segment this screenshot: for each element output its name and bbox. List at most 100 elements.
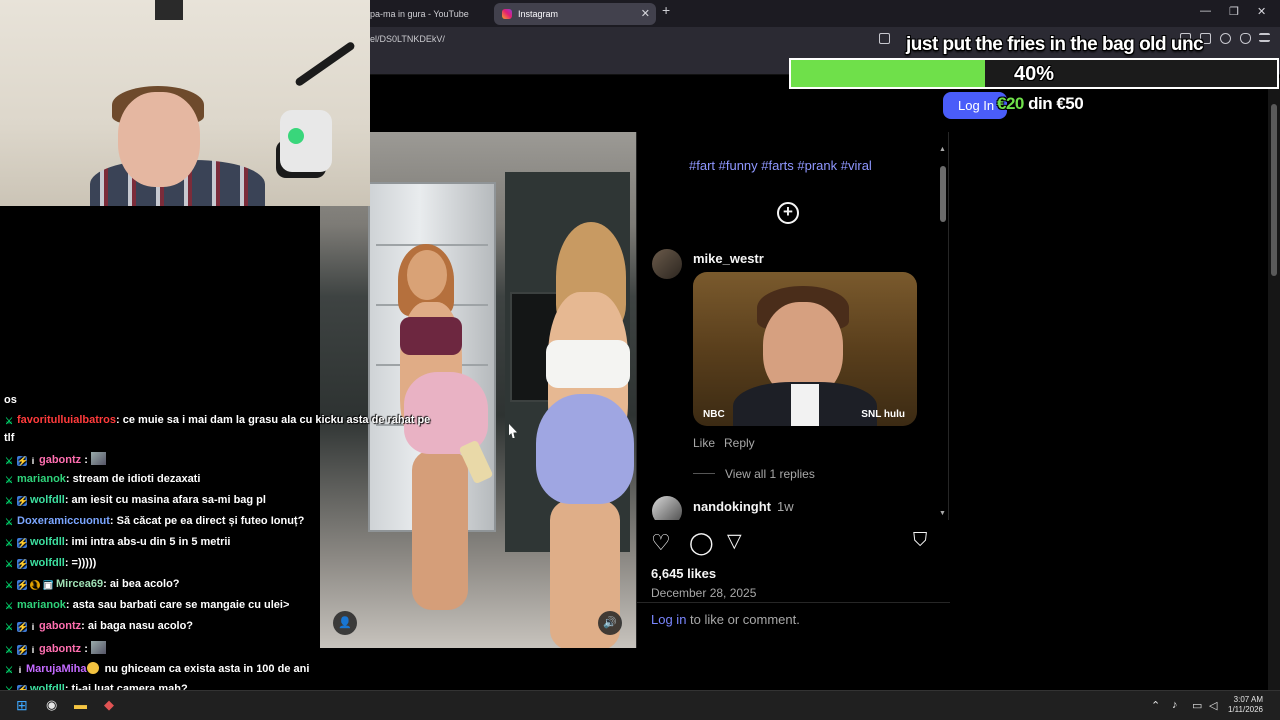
folder-icon[interactable]: ▬ <box>74 697 87 712</box>
vip-badge-icon: ⚡ <box>17 645 29 655</box>
tab-label: pa-ma in gura - YouTube <box>370 9 469 19</box>
chat-username[interactable]: wolfdll <box>30 536 65 548</box>
microphone-image <box>280 110 332 172</box>
comments-scrollbar[interactable]: ▲ ▼ <box>937 146 949 520</box>
webcam-overlay <box>0 0 370 206</box>
post-date: December 28, 2025 <box>651 586 757 600</box>
chat-emote-icon <box>90 641 106 654</box>
reply-button[interactable]: Reply <box>724 436 755 450</box>
windows-start-icon[interactable]: ⊞ <box>16 697 28 714</box>
login-link[interactable]: Log in <box>651 612 686 627</box>
chat-message: ⚔ i MarujaMiha nu ghiceam ca exista asta i… <box>4 662 309 675</box>
mod-badge-icon: ⚔ <box>4 601 14 611</box>
screen-icon[interactable] <box>879 33 890 44</box>
chat-text: : imi intra abs-u din 5 in 5 metrii <box>64 536 231 548</box>
chat-text: nu ghiceam ca exista asta in 100 de ani <box>101 663 310 675</box>
chat-username[interactable]: Mircea69 <box>56 578 103 590</box>
snl-hulu-logo: SNL hulu <box>861 409 905 420</box>
page-scrollbar[interactable] <box>1268 78 1280 690</box>
mod-badge-icon: ⚔ <box>4 559 14 569</box>
chat-username[interactable]: MarujaMiha <box>26 663 87 675</box>
comment-icon[interactable]: ◯ <box>689 530 714 556</box>
close-tab-icon[interactable]: ✕ <box>641 3 650 25</box>
chat-message: ⚔ marianok: asta sau barbati care se mang… <box>4 599 289 611</box>
volume-tray-icon[interactable]: ◁ <box>1209 699 1217 712</box>
gold-badge-icon: 1 <box>30 580 40 590</box>
system-clock[interactable]: 3:07 AM 1/11/2026 <box>1228 695 1263 715</box>
scrollbar-thumb[interactable] <box>940 166 946 222</box>
like-comment-button[interactable]: Like <box>693 436 715 450</box>
microphone-icon[interactable]: ♪ <box>1172 699 1178 711</box>
chat-username[interactable]: wolfdll <box>30 494 65 506</box>
app-icon[interactable]: ◆ <box>104 697 114 713</box>
chat-username[interactable]: wolfdll <box>30 557 65 569</box>
chat-message: tlf <box>4 432 14 444</box>
chat-username[interactable]: Doxeramiccuonut <box>17 515 110 527</box>
vip-badge-icon: ⚡ <box>17 538 29 548</box>
comment-username[interactable]: nandokinght 1w <box>693 499 794 514</box>
chat-username[interactable]: favoritulluialbatros <box>17 414 116 426</box>
chat-text: tlf <box>4 432 15 444</box>
mod-badge-icon: ⚔ <box>4 517 14 527</box>
mod-badge-icon: ⚔ <box>4 538 14 548</box>
chat-text: : am iesit cu masina afara sa-mi bag pl <box>64 494 266 506</box>
scroll-up-icon[interactable]: ▲ <box>939 146 946 153</box>
chat-message: ⚔ ⚡ wolfdll: am iesit cu masina afara sa-m… <box>4 494 266 506</box>
shield-icon[interactable] <box>1240 33 1251 44</box>
menu-icon[interactable] <box>1259 33 1270 42</box>
chat-message: ⚔ ⚡ i gabontz : <box>4 641 106 655</box>
mod-badge-icon: ⚔ <box>4 416 14 426</box>
post-actions: ♡ ◯ ▽ ⛉ 6,645 likes December 28, 2025 Lo… <box>637 520 950 648</box>
chat-message: ⚔ ⚡ wolfdll: =))))) <box>4 557 96 569</box>
view-replies-button[interactable]: View all 1 replies <box>725 467 815 481</box>
add-circle-icon[interactable]: + <box>777 202 799 224</box>
mod-badge-icon: ⚔ <box>4 622 14 632</box>
volume-icon[interactable]: 🔊 <box>598 611 622 635</box>
chat-text: : ai baga nasu acolo? <box>81 620 194 632</box>
mod-badge-icon: ⚔ <box>4 645 14 655</box>
minimize-button[interactable]: — <box>1200 5 1211 17</box>
chat-text: : <box>81 643 88 655</box>
comment-username[interactable]: mike_westr <box>693 251 764 266</box>
chat-text: : ai bea acolo? <box>103 578 180 590</box>
info-badge-icon: i <box>31 622 35 632</box>
streamer-face <box>118 92 200 187</box>
donation-goal-bar: 40% <box>789 58 1279 89</box>
instagram-favicon-icon <box>502 9 512 19</box>
restore-button[interactable]: ❐ <box>1229 5 1239 18</box>
new-tab-button[interactable]: + <box>662 2 670 18</box>
mod-badge-icon: ⚔ <box>4 665 14 675</box>
tab-youtube[interactable]: pa-ma in gura - YouTube <box>362 3 490 25</box>
chat-username[interactable]: marianok <box>17 599 66 611</box>
comments-panel: #fart #funny #farts #prank #viral + mike… <box>636 132 950 648</box>
bookmark-icon[interactable]: ⛉ <box>913 530 927 552</box>
info-badge-icon: i <box>18 665 22 675</box>
scrollbar-thumb[interactable] <box>1271 104 1277 276</box>
address-bar[interactable]: el/DS0LTNKDEkV/ <box>370 34 445 44</box>
login-prompt: Log in to like or comment. <box>651 612 800 627</box>
tab-instagram[interactable]: Instagram ✕ <box>494 3 656 25</box>
vip-badge-icon: ⚡ <box>17 559 29 569</box>
chat-username[interactable]: gabontz <box>39 454 81 466</box>
extensions-icon[interactable] <box>1220 33 1231 44</box>
chat-text: : Să căcat pe ea direct și futeo Ionuț? <box>109 515 305 527</box>
heart-icon[interactable]: ♡ <box>651 530 671 556</box>
network-icon[interactable]: ▭ <box>1192 699 1202 712</box>
share-icon[interactable]: ▽ <box>727 530 742 553</box>
chat-message: ⚔ ⚡ i gabontz : <box>4 452 106 466</box>
chat-username[interactable]: gabontz <box>39 643 81 655</box>
vip-badge-icon: ⚡ <box>17 580 29 590</box>
nbc-logo: NBC <box>703 409 725 420</box>
chat-username[interactable]: gabontz <box>39 620 81 632</box>
scroll-down-icon[interactable]: ▼ <box>939 510 946 517</box>
likes-count[interactable]: 6,645 likes <box>651 566 716 581</box>
goal-title: just put the fries in the bag old unc <box>906 34 1204 55</box>
post-caption-hashtags[interactable]: #fart #funny #farts #prank #viral <box>689 158 872 173</box>
avatar[interactable] <box>652 249 682 279</box>
chrome-icon[interactable]: ◉ <box>46 697 57 713</box>
chat-username[interactable]: marianok <box>17 473 66 485</box>
close-window-button[interactable]: ✕ <box>1257 5 1266 18</box>
windows-taskbar: ⊞ ◉ ▬ ◆ ⌃ ♪ ▭ ◁ 3:07 AM 1/11/2026 <box>0 690 1280 720</box>
info-badge-icon: i <box>31 456 35 466</box>
chevron-up-icon[interactable]: ⌃ <box>1151 699 1160 712</box>
